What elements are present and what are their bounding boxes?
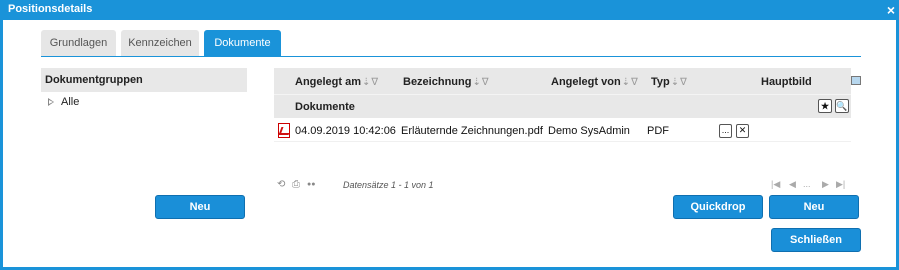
tab-divider xyxy=(41,56,861,57)
sort-icon[interactable]: ⇣ xyxy=(622,77,630,88)
grid-subheader: Dokumente ★ 🔍 xyxy=(274,94,851,118)
pdf-file-icon xyxy=(278,123,290,138)
window-title: Positionsdetails xyxy=(8,3,93,15)
tab-dokumente[interactable]: Dokumente xyxy=(204,30,281,57)
first-page-icon[interactable]: |◀ xyxy=(771,179,780,190)
star-icon[interactable]: ★ xyxy=(818,99,832,113)
tab-grundlagen[interactable]: Grundlagen xyxy=(41,30,116,57)
more-options-button[interactable]: ... xyxy=(719,124,732,138)
close-button[interactable]: Schließen xyxy=(771,228,861,252)
refresh-icon[interactable]: ⟲ xyxy=(277,179,285,190)
documents-grid: Angelegt am⇣∇ Bezeichnung⇣∇ Angelegt von… xyxy=(274,68,861,142)
filter-icon[interactable]: ∇ xyxy=(631,77,638,88)
delete-icon[interactable]: ✕ xyxy=(736,124,749,138)
tab-kennzeichen[interactable]: Kennzeichen xyxy=(121,30,199,57)
column-header-name[interactable]: Bezeichnung⇣∇ xyxy=(403,76,489,88)
column-header-main-image[interactable]: Hauptbild xyxy=(761,76,812,88)
page-ellipsis: ... xyxy=(803,179,811,189)
settings-icon[interactable]: ●● xyxy=(307,181,315,188)
cell-created: 04.09.2019 10:42:06 xyxy=(295,125,396,137)
filter-icon[interactable]: ∇ xyxy=(482,77,489,88)
filter-icon[interactable]: ∇ xyxy=(680,77,687,88)
sort-icon[interactable]: ⇣ xyxy=(362,77,370,88)
dialog-window: Positionsdetails × Grundlagen Kennzeiche… xyxy=(0,0,899,270)
cell-type: PDF xyxy=(647,125,669,137)
grid-pager: ⟲ ⎙ ●● Datensätze 1 - 1 von 1 |◀ ◀ ... ▶… xyxy=(274,178,851,194)
column-header-created[interactable]: Angelegt am⇣∇ xyxy=(295,76,378,88)
print-icon[interactable]: ⎙ xyxy=(292,179,300,190)
quickdrop-button[interactable]: Quickdrop xyxy=(673,195,763,219)
new-group-button[interactable]: Neu xyxy=(155,195,245,219)
cell-name: Erläuternde Zeichnungen.pdf xyxy=(401,125,543,137)
tree-item-alle[interactable]: Alle xyxy=(41,92,247,112)
document-groups-header: Dokumentgruppen xyxy=(41,68,247,92)
tree-item-label: Alle xyxy=(61,96,80,108)
title-bar: Positionsdetails × xyxy=(3,0,899,20)
documents-subheader: Dokumente xyxy=(295,101,355,113)
last-page-icon[interactable]: ▶| xyxy=(836,179,845,190)
expand-arrow-icon[interactable] xyxy=(48,98,54,106)
table-row[interactable]: 04.09.2019 10:42:06 Erläuternde Zeichnun… xyxy=(274,120,851,142)
sort-icon[interactable]: ⇣ xyxy=(472,77,480,88)
image-icon xyxy=(851,76,861,85)
prev-page-icon[interactable]: ◀ xyxy=(789,179,796,190)
cell-creator: Demo SysAdmin xyxy=(548,125,630,137)
new-document-button[interactable]: Neu xyxy=(769,195,859,219)
sort-icon[interactable]: ⇣ xyxy=(671,77,679,88)
filter-icon[interactable]: ∇ xyxy=(371,77,378,88)
column-header-type[interactable]: Typ⇣∇ xyxy=(651,76,687,88)
grid-header-row: Angelegt am⇣∇ Bezeichnung⇣∇ Angelegt von… xyxy=(274,68,861,94)
search-icon[interactable]: 🔍 xyxy=(835,99,849,113)
close-icon[interactable]: × xyxy=(887,2,895,18)
next-page-icon[interactable]: ▶ xyxy=(822,179,829,190)
record-count: Datensätze 1 - 1 von 1 xyxy=(343,180,434,190)
document-groups-panel: Dokumentgruppen Alle xyxy=(41,68,247,112)
column-header-creator[interactable]: Angelegt von⇣∇ xyxy=(551,76,638,88)
